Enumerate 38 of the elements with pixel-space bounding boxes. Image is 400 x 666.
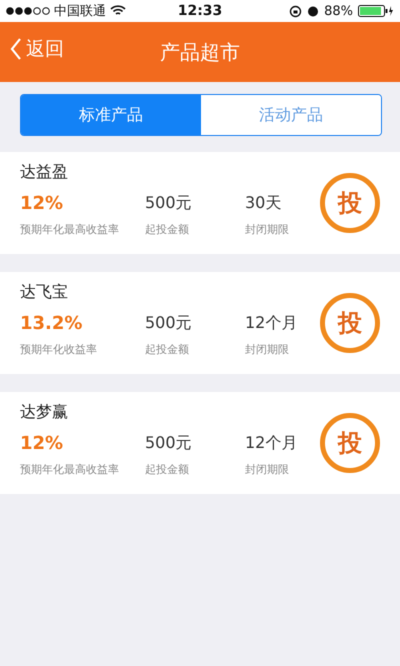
rotation-lock-icon bbox=[289, 4, 302, 18]
alarm-icon bbox=[307, 5, 320, 17]
amount-label: 起投金额 bbox=[145, 342, 190, 356]
term-value: 12个月 bbox=[245, 432, 298, 454]
amount-label: 起投金额 bbox=[145, 222, 190, 236]
rate-value: 12% bbox=[20, 432, 64, 454]
amount-value: 500元 bbox=[145, 432, 193, 454]
invest-button[interactable]: 投 bbox=[320, 293, 380, 353]
product-name: 达梦赢 bbox=[20, 402, 69, 422]
product-name: 达飞宝 bbox=[20, 282, 69, 302]
back-label: 返回 bbox=[26, 37, 64, 62]
carrier-name: 中国联通 bbox=[54, 3, 106, 20]
page-title: 产品超市 bbox=[160, 38, 240, 66]
rate-label: 预期年化收益率 bbox=[20, 342, 98, 356]
signal-icon bbox=[6, 7, 50, 15]
invest-button[interactable]: 投 bbox=[320, 173, 380, 233]
battery-percent: 88% bbox=[324, 4, 354, 18]
tab[interactable]: 标准产品 bbox=[21, 95, 201, 135]
product-name: 达益盈 bbox=[20, 162, 69, 182]
battery-icon bbox=[358, 5, 394, 17]
chevron-left-icon bbox=[10, 38, 22, 60]
status-time: 12:33 bbox=[178, 3, 222, 19]
wifi-icon bbox=[110, 5, 126, 17]
amount-value: 500元 bbox=[145, 192, 193, 214]
tab[interactable]: 活动产品 bbox=[201, 95, 381, 135]
term-value: 12个月 bbox=[245, 312, 298, 334]
amount-label: 起投金额 bbox=[145, 462, 190, 476]
term-label: 封闭期限 bbox=[245, 222, 290, 236]
rate-value: 13.2% bbox=[20, 312, 84, 334]
invest-button[interactable]: 投 bbox=[320, 413, 380, 473]
back-button[interactable]: 返回 bbox=[10, 36, 64, 62]
rate-label: 预期年化最高收益率 bbox=[20, 462, 120, 476]
rate-value: 12% bbox=[20, 192, 64, 214]
rate-label: 预期年化最高收益率 bbox=[20, 222, 120, 236]
amount-value: 500元 bbox=[145, 312, 193, 334]
term-value: 30天 bbox=[245, 192, 282, 214]
term-label: 封闭期限 bbox=[245, 342, 290, 356]
term-label: 封闭期限 bbox=[245, 462, 290, 476]
